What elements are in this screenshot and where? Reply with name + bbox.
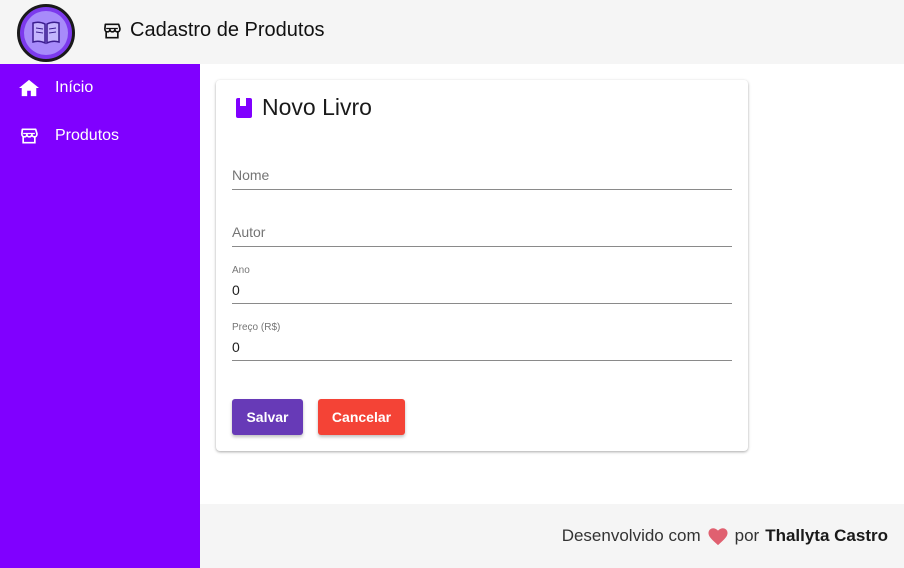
- page-header-title: Cadastro de Produtos: [102, 19, 325, 42]
- preco-label: Preço (R$): [232, 322, 281, 333]
- autor-field[interactable]: Autor: [232, 211, 732, 247]
- save-button[interactable]: Salvar: [232, 399, 303, 435]
- open-book-icon: [32, 21, 60, 45]
- nome-field[interactable]: Nome: [232, 154, 732, 190]
- store-icon: [18, 125, 40, 147]
- nome-label: Nome: [232, 167, 270, 183]
- home-icon: [18, 77, 40, 99]
- ano-field[interactable]: Ano 0: [232, 265, 732, 304]
- footer-prefix: Desenvolvido com: [561, 526, 701, 545]
- heart-icon: [707, 526, 729, 546]
- preco-field[interactable]: Preço (R$) 0: [232, 322, 732, 361]
- sidebar-item-label: Produtos: [55, 127, 120, 144]
- footer: Desenvolvido com por Thallyta Castro: [200, 504, 904, 568]
- footer-by: por: [734, 526, 760, 545]
- form-title: Novo Livro: [235, 94, 372, 121]
- app-header: Cadastro de Produtos: [0, 0, 904, 64]
- autor-label: Autor: [232, 224, 266, 240]
- book-icon: [236, 97, 252, 118]
- footer-credit: Desenvolvido com por Thallyta Castro: [562, 526, 888, 546]
- app-logo[interactable]: [17, 4, 75, 62]
- form-card: Novo Livro Nome Autor Ano 0 Preço (R$) 0…: [216, 80, 748, 451]
- ano-value[interactable]: 0: [232, 282, 240, 298]
- cancel-button[interactable]: Cancelar: [318, 399, 405, 435]
- sidebar-item-inicio[interactable]: Início: [0, 64, 200, 112]
- store-icon: [104, 23, 121, 38]
- sidebar-item-produtos[interactable]: Produtos: [0, 112, 200, 160]
- ano-label: Ano: [232, 265, 250, 276]
- preco-value[interactable]: 0: [232, 339, 240, 355]
- form-title-text: Novo Livro: [262, 94, 372, 120]
- footer-author: Thallyta Castro: [765, 526, 888, 545]
- app-title: Cadastro de Produtos: [130, 19, 325, 41]
- sidebar-item-label: Início: [55, 79, 94, 96]
- sidebar: Início Produtos: [0, 64, 200, 568]
